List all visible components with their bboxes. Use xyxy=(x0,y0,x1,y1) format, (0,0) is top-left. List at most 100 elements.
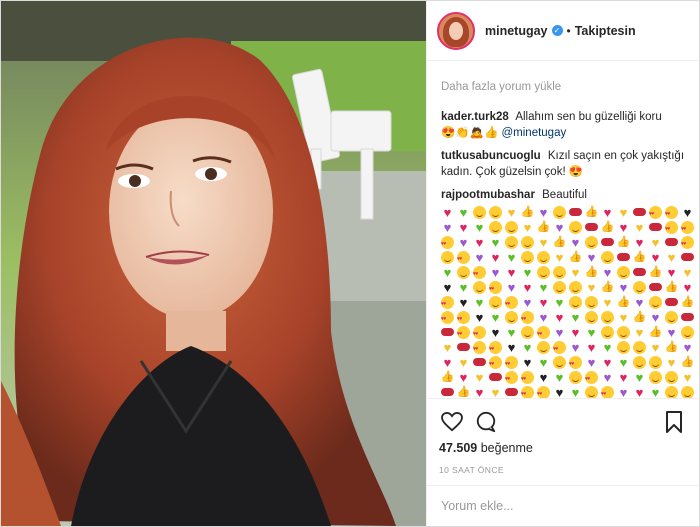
mention-link[interactable]: @minetugay xyxy=(501,127,566,139)
heart-purple-emoji-icon: ♥ xyxy=(475,250,484,265)
heart-yellow-emoji-icon: ♥ xyxy=(683,265,692,280)
likes-count[interactable]: 47.509 beğenme xyxy=(439,441,687,455)
post-photo[interactable] xyxy=(1,1,426,526)
heart-black-emoji-icon: ♥ xyxy=(491,325,500,340)
smile-emoji-icon xyxy=(633,281,646,294)
smile-emoji-icon xyxy=(633,341,646,354)
smile-emoji-icon xyxy=(665,386,678,398)
smile-emoji-icon xyxy=(681,386,694,398)
lips-emoji-icon xyxy=(489,373,502,381)
smile-emoji-icon xyxy=(617,266,630,279)
thumbs-up-emoji-icon: 👍 xyxy=(568,251,583,263)
heart-purple-emoji-icon: ♥ xyxy=(443,220,452,235)
heart-eyes-emoji-icon xyxy=(473,341,486,357)
smile-emoji-icon xyxy=(633,356,646,369)
heart-green-emoji-icon: ♥ xyxy=(539,355,548,370)
heart-yellow-emoji-icon: ♥ xyxy=(507,205,516,220)
heart-eyes-emoji-icon xyxy=(441,296,454,312)
smile-emoji-icon xyxy=(505,221,518,234)
thumbs-up-emoji-icon: 👍 xyxy=(680,356,695,368)
heart-eyes-emoji-icon xyxy=(489,356,502,372)
heart-red-emoji-icon: ♥ xyxy=(491,250,500,265)
heart-eyes-emoji-icon xyxy=(521,386,534,398)
heart-eyes-emoji-icon xyxy=(569,356,582,372)
heart-red-emoji-icon: ♥ xyxy=(523,280,532,295)
heart-green-emoji-icon: ♥ xyxy=(523,340,532,355)
smile-emoji-icon xyxy=(585,296,598,309)
heart-red-emoji-icon: ♥ xyxy=(539,295,548,310)
heart-eyes-emoji-icon xyxy=(489,341,502,357)
add-comment-bar xyxy=(427,485,699,526)
heart-purple-emoji-icon: ♥ xyxy=(571,235,580,250)
lips-emoji-icon xyxy=(601,238,614,246)
post-header: minetugay ✓ • Takiptesin xyxy=(427,1,699,61)
post-actions: 47.509 beğenme 10 SAAT ÖNCE xyxy=(427,398,699,485)
heart-green-emoji-icon: ♥ xyxy=(635,370,644,385)
smile-emoji-icon xyxy=(489,221,502,234)
lips-emoji-icon xyxy=(665,238,678,246)
heart-eyes-emoji-icon xyxy=(441,311,454,327)
heart-eyes-emoji-icon xyxy=(553,341,566,357)
heart-eyes-emoji-icon xyxy=(681,236,694,252)
heart-red-emoji-icon: ♥ xyxy=(475,235,484,250)
heart-green-emoji-icon: ♥ xyxy=(651,385,660,398)
heart-eyes-emoji-icon xyxy=(537,326,550,342)
comment-username[interactable]: rajpootmubashar xyxy=(441,189,535,201)
smile-emoji-icon xyxy=(585,311,598,324)
heart-black-emoji-icon: ♥ xyxy=(523,355,532,370)
smile-emoji-icon xyxy=(489,206,502,219)
heart-yellow-emoji-icon: ♥ xyxy=(491,385,500,398)
heart-eyes-emoji-icon xyxy=(489,281,502,297)
smile-emoji-icon xyxy=(617,341,630,354)
lips-emoji-icon xyxy=(649,283,662,291)
username-link[interactable]: minetugay xyxy=(485,24,548,38)
thumbs-up-emoji-icon: 👍 xyxy=(648,326,663,338)
comment-username[interactable]: tutkusabuncuoglu xyxy=(441,150,541,162)
heart-purple-emoji-icon: ♥ xyxy=(539,205,548,220)
comment-input[interactable] xyxy=(439,498,687,514)
heart-yellow-emoji-icon: ♥ xyxy=(571,265,580,280)
heart-red-emoji-icon: ♥ xyxy=(603,355,612,370)
smile-emoji-icon xyxy=(505,311,518,324)
heart-eyes-emoji-icon xyxy=(505,371,518,387)
thumbs-up-emoji-icon: 👍 xyxy=(616,236,631,248)
heart-green-emoji-icon: ♥ xyxy=(587,325,596,340)
comment-icon[interactable] xyxy=(473,409,499,435)
heart-eyes-emoji-icon xyxy=(521,371,534,387)
heart-purple-emoji-icon: ♥ xyxy=(507,280,516,295)
load-more-comments-link[interactable]: Daha fazla yorum yükle xyxy=(441,79,685,95)
following-button[interactable]: Takiptesin xyxy=(575,24,636,38)
heart-eyes-emoji-icon xyxy=(441,236,454,252)
comment-emojis: 😍👏🙇👍 xyxy=(441,127,499,139)
heart-yellow-emoji-icon: ♥ xyxy=(475,370,484,385)
comment-text: Allahım sen bu güzelliği koru xyxy=(515,111,662,123)
smile-emoji-icon xyxy=(585,236,598,249)
heart-eyes-emoji-icon xyxy=(665,206,678,222)
heart-green-emoji-icon: ♥ xyxy=(539,280,548,295)
smile-emoji-icon xyxy=(649,371,662,384)
heart-yellow-emoji-icon: ♥ xyxy=(635,325,644,340)
smile-emoji-icon xyxy=(441,251,454,264)
likes-number: 47.509 xyxy=(439,441,478,455)
heart-red-emoji-icon: ♥ xyxy=(683,280,692,295)
smile-emoji-icon xyxy=(537,251,550,264)
avatar[interactable] xyxy=(437,11,475,50)
heart-yellow-emoji-icon: ♥ xyxy=(667,355,676,370)
smile-emoji-icon xyxy=(553,206,566,219)
post-sidebar: minetugay ✓ • Takiptesin Daha fazla yoru… xyxy=(426,1,699,526)
comments-section: Daha fazla yorum yükle kader.turk28 Alla… xyxy=(427,61,699,398)
bookmark-icon[interactable] xyxy=(661,409,687,435)
heart-yellow-emoji-icon: ♥ xyxy=(651,340,660,355)
heart-purple-emoji-icon: ♥ xyxy=(459,235,468,250)
lips-emoji-icon xyxy=(505,388,518,396)
heart-icon[interactable] xyxy=(439,409,465,435)
comment-username[interactable]: kader.turk28 xyxy=(441,111,509,123)
lips-emoji-icon xyxy=(681,253,694,261)
heart-black-emoji-icon: ♥ xyxy=(683,205,692,220)
heart-green-emoji-icon: ♥ xyxy=(619,355,628,370)
heart-yellow-emoji-icon: ♥ xyxy=(683,370,692,385)
smile-emoji-icon xyxy=(473,281,486,294)
smile-emoji-icon xyxy=(489,296,502,309)
lips-emoji-icon xyxy=(633,268,646,276)
heart-red-emoji-icon: ♥ xyxy=(459,370,468,385)
